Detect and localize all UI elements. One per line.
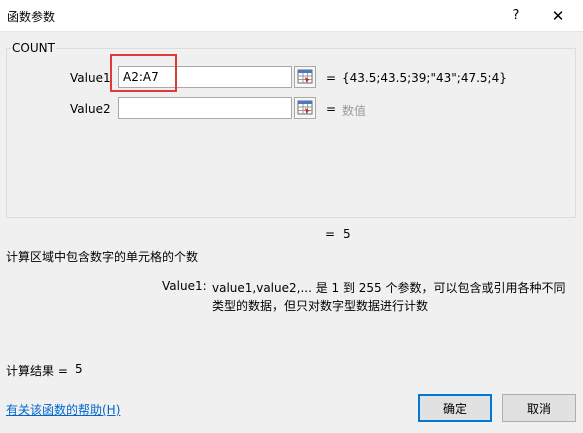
range-select-icon[interactable] bbox=[294, 97, 316, 119]
range-select-icon[interactable] bbox=[294, 66, 316, 88]
help-icon[interactable]: ? bbox=[506, 6, 526, 26]
dialog-title: 函数参数 bbox=[7, 10, 56, 24]
arg-equals-value1: = bbox=[326, 71, 337, 85]
calc-result-label: 计算结果 = bbox=[6, 364, 68, 378]
close-icon[interactable]: ✕ bbox=[546, 5, 570, 27]
arg-equals-value2: = bbox=[326, 102, 337, 116]
arg-result-value2: 数值 bbox=[342, 104, 367, 118]
function-help-link[interactable]: 有关该函数的帮助(H) bbox=[6, 401, 120, 418]
arg-result-value1: {43.5;43.5;39;"43";47.5;4} bbox=[342, 71, 507, 85]
result-equals: = bbox=[325, 227, 336, 241]
function-result-value: 5 bbox=[343, 227, 351, 241]
function-description: 计算区域中包含数字的单元格的个数 bbox=[6, 250, 199, 264]
arg-label-value1: Value1 bbox=[70, 71, 111, 85]
arg-label-value2: Value2 bbox=[70, 102, 111, 116]
title-bar: 函数参数 ? ✕ bbox=[0, 0, 583, 32]
function-name: COUNT bbox=[11, 41, 56, 55]
highlight-box bbox=[110, 54, 177, 92]
param-name: Value1: bbox=[162, 279, 207, 293]
value2-input[interactable] bbox=[118, 97, 292, 119]
calc-result-value: 5 bbox=[75, 362, 83, 376]
cancel-button[interactable]: 取消 bbox=[502, 394, 576, 422]
param-description: value1,value2,... 是 1 到 255 个参数，可以包含或引用各… bbox=[212, 281, 566, 313]
ok-button[interactable]: 确定 bbox=[418, 394, 492, 422]
